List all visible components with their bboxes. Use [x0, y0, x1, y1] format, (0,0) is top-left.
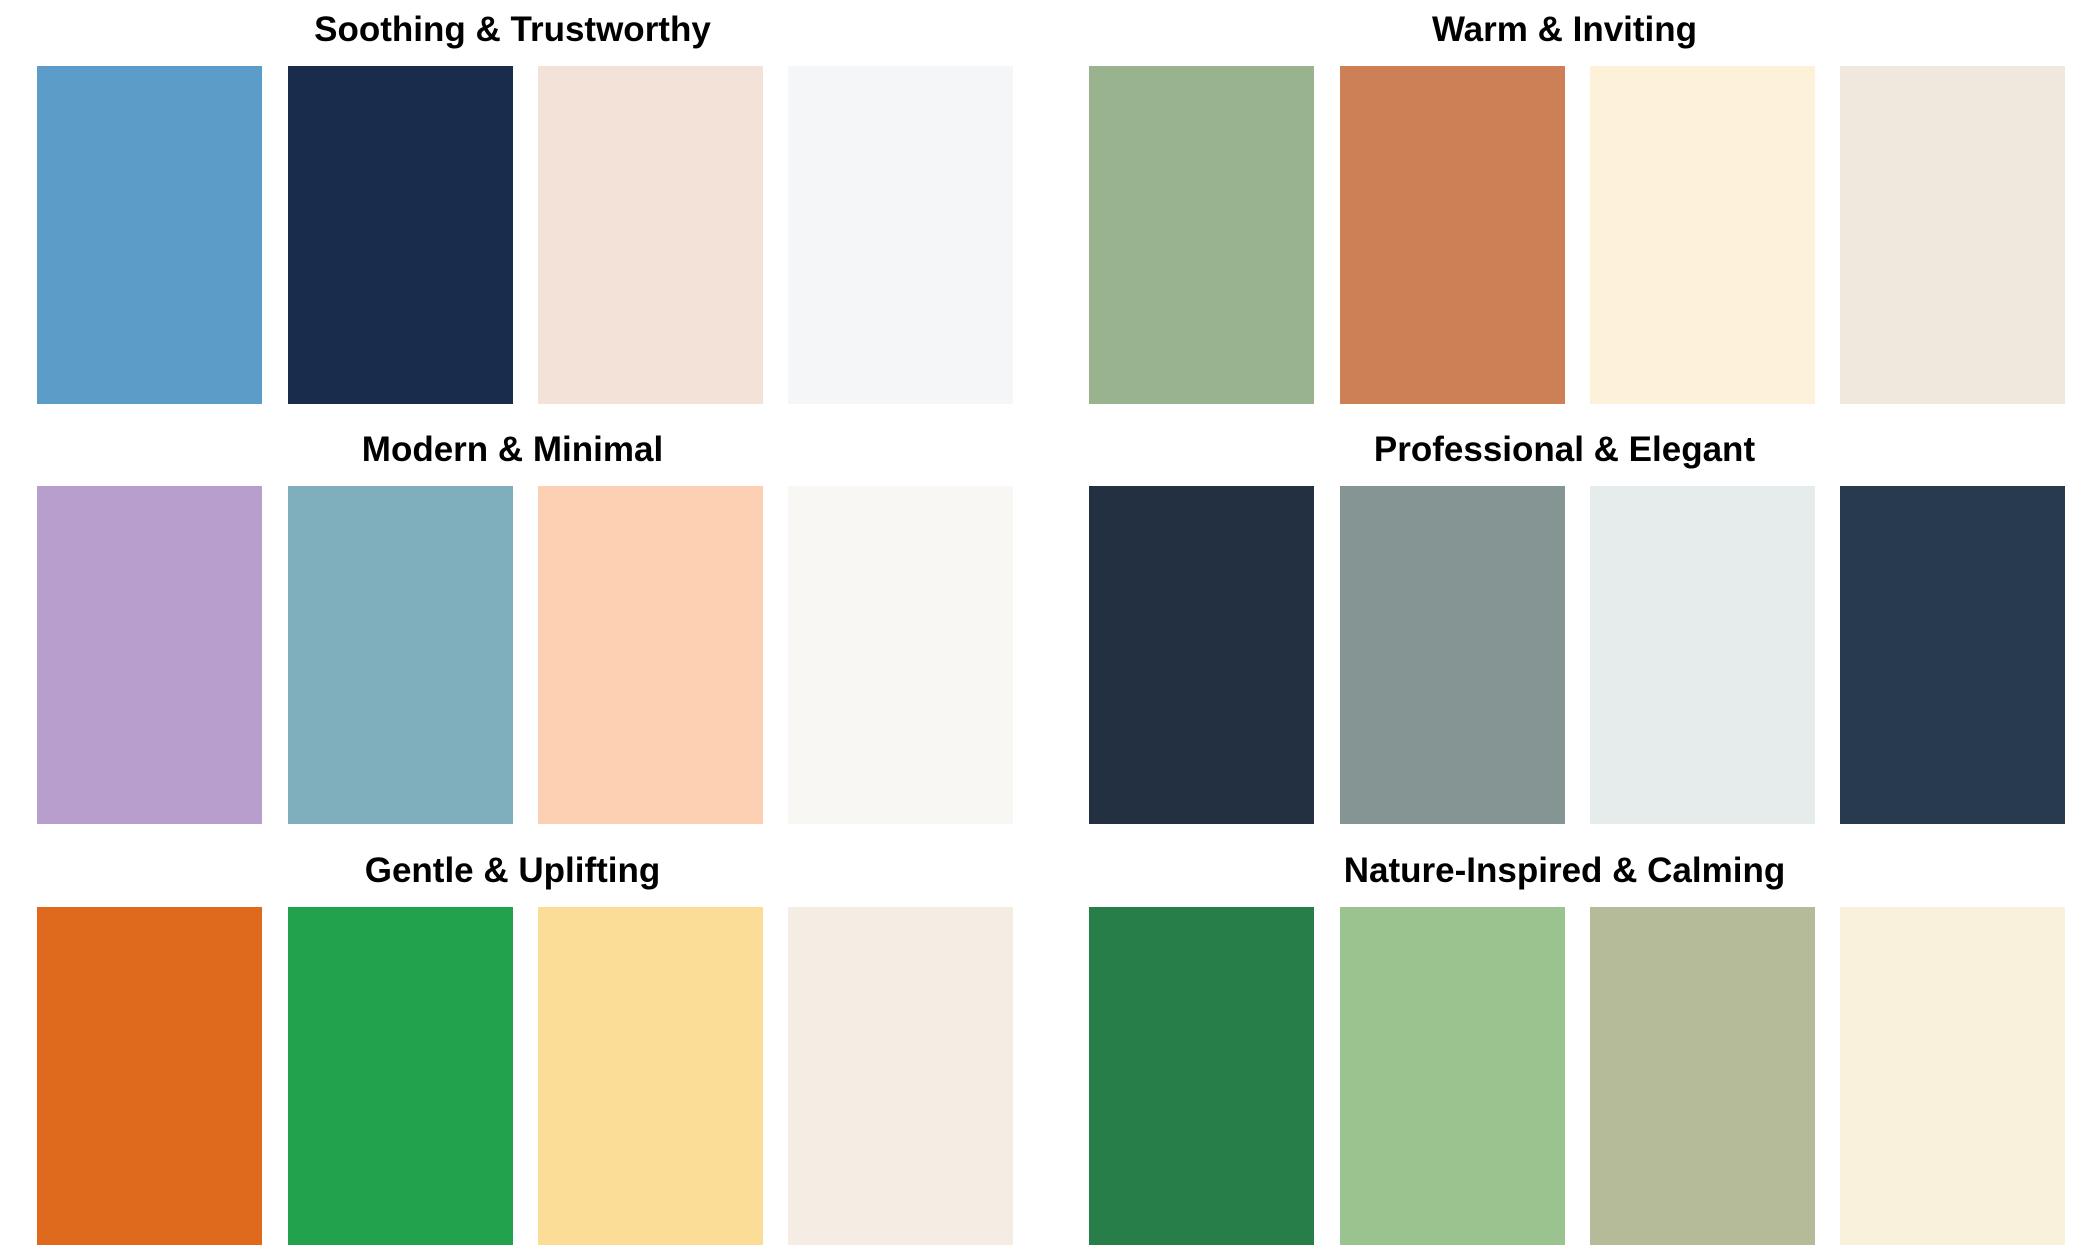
- color-swatch-2: [288, 66, 513, 404]
- color-swatch-4: [788, 907, 1013, 1245]
- palette-title: Warm & Inviting: [1431, 10, 1698, 49]
- color-swatch-4: [788, 66, 1013, 404]
- palette-title: Soothing & Trustworthy: [314, 10, 711, 49]
- color-swatch-3: [1590, 486, 1815, 824]
- color-swatch-4: [1840, 66, 2065, 404]
- color-swatch-2: [288, 907, 513, 1245]
- palette-professional-elegant: Professional & Elegant: [1074, 420, 2065, 826]
- color-swatch-2: [1340, 66, 1565, 404]
- color-swatch-1: [37, 66, 262, 404]
- color-swatch-1: [1089, 907, 1314, 1245]
- color-swatch-4: [1840, 907, 2065, 1245]
- palette-warm-inviting: Warm & Inviting: [1074, 0, 2065, 406]
- color-swatch-3: [538, 907, 763, 1245]
- palette-title: Nature-Inspired & Calming: [1343, 851, 1786, 890]
- palette-gentle-uplifting: Gentle & Uplifting: [22, 841, 1013, 1247]
- color-swatch-3: [538, 66, 763, 404]
- palette-soothing-trustworthy: Soothing & Trustworthy: [22, 0, 1013, 406]
- color-swatch-4: [788, 486, 1013, 824]
- palette-title: Gentle & Uplifting: [364, 851, 661, 890]
- color-swatch-1: [1089, 66, 1314, 404]
- color-swatch-1: [1089, 486, 1314, 824]
- palette-nature-inspired-calming: Nature-Inspired & Calming: [1074, 841, 2065, 1247]
- color-swatch-2: [1340, 907, 1565, 1245]
- color-swatch-3: [1590, 66, 1815, 404]
- color-swatch-3: [538, 486, 763, 824]
- palette-title: Professional & Elegant: [1373, 430, 1756, 469]
- color-swatch-2: [1340, 486, 1565, 824]
- color-swatch-2: [288, 486, 513, 824]
- palette-title: Modern & Minimal: [361, 430, 664, 469]
- color-swatch-1: [37, 907, 262, 1245]
- color-swatch-1: [37, 486, 262, 824]
- palette-modern-minimal: Modern & Minimal: [22, 420, 1013, 826]
- color-swatch-3: [1590, 907, 1815, 1245]
- color-swatch-4: [1840, 486, 2065, 824]
